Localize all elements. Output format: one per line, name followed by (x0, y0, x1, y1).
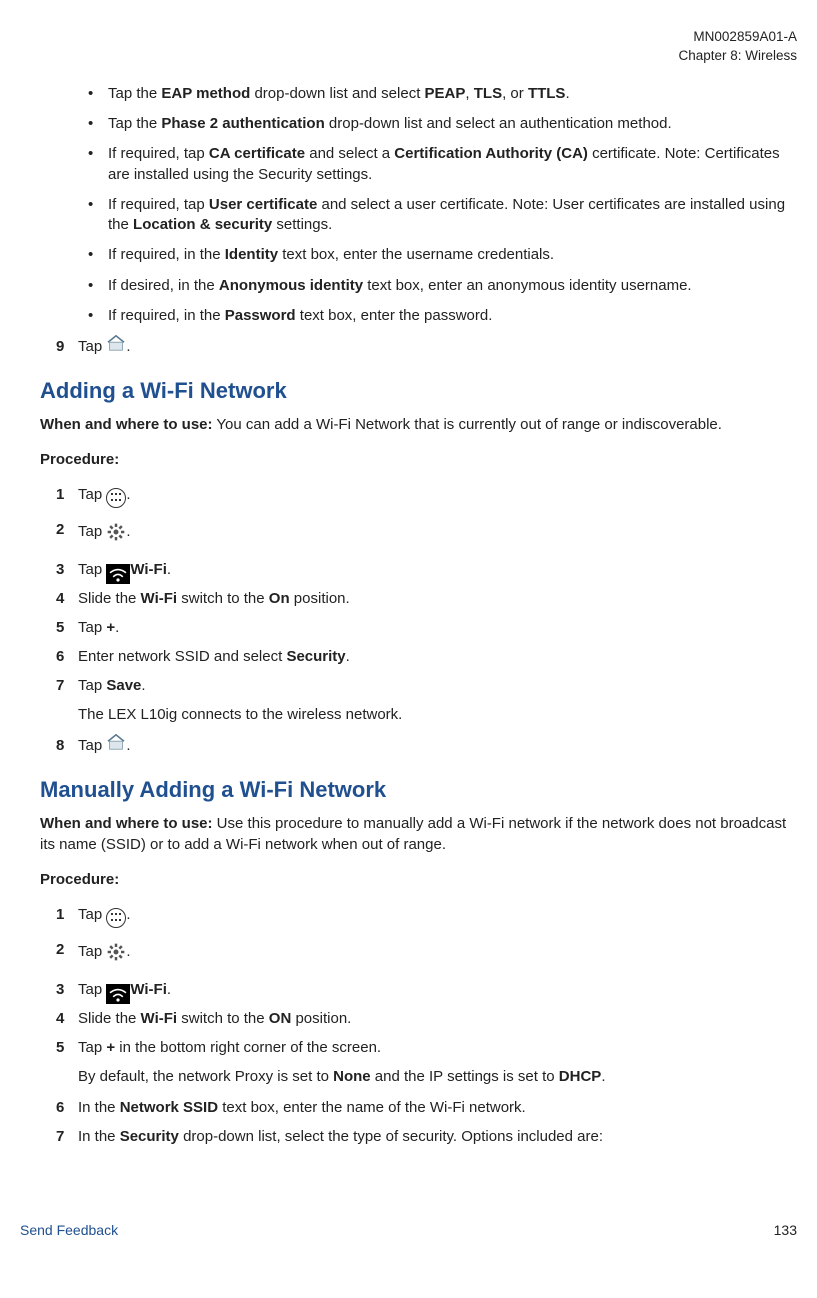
procedure-step: 3Tap Wi-Fi. (56, 559, 797, 580)
step-text: Tap Wi-Fi. (78, 559, 797, 580)
doc-id: MN002859A01-A (20, 28, 797, 47)
step-text: Tap . (78, 336, 797, 358)
bullet-item: •If desired, in the Anonymous identity t… (88, 276, 797, 296)
procedure-label: Procedure: (40, 449, 797, 470)
wifi-icon (106, 984, 130, 1004)
home-icon (106, 336, 126, 358)
page-header: MN002859A01-A Chapter 8: Wireless (20, 28, 797, 66)
procedure-step: 3Tap Wi-Fi. (56, 979, 797, 1000)
settings-icon (106, 519, 126, 545)
send-feedback-link[interactable]: Send Feedback (20, 1222, 118, 1238)
procedure-step: 8Tap . (56, 735, 797, 757)
step-number: 5 (56, 1037, 78, 1058)
step-number: 4 (56, 588, 78, 609)
bullet-item: •Tap the Phase 2 authentication drop-dow… (88, 114, 797, 134)
step-text: Tap Save. (78, 675, 797, 696)
settings-icon (106, 939, 126, 965)
step-text: Tap . (78, 519, 797, 545)
procedure-step: 1Tap . (56, 904, 797, 925)
bullet-list: •Tap the EAP method drop-down list and s… (20, 84, 797, 326)
step-text: Tap . (78, 484, 797, 505)
step-sub-text: The LEX L10ig connects to the wireless n… (78, 704, 797, 725)
step-text: Slide the Wi-Fi switch to the On positio… (78, 588, 797, 609)
step-number: 1 (56, 904, 78, 925)
step-number: 7 (56, 1126, 78, 1147)
procedure-label: Procedure: (40, 869, 797, 890)
procedure-step: 5Tap +. (56, 617, 797, 638)
bullet-item: •If required, in the Password text box, … (88, 306, 797, 326)
step-number: 8 (56, 735, 78, 756)
procedure-step: 7Tap Save. (56, 675, 797, 696)
step-text: Tap . (78, 904, 797, 925)
bullet-item: •Tap the EAP method drop-down list and s… (88, 84, 797, 104)
bullet-item: •If required, tap User certificate and s… (88, 195, 797, 236)
procedure-step: 1Tap . (56, 484, 797, 505)
step-text: In the Network SSID text box, enter the … (78, 1097, 797, 1118)
step-number: 3 (56, 979, 78, 1000)
step-text: In the Security drop-down list, select t… (78, 1126, 797, 1147)
section-heading: Adding a Wi-Fi Network (40, 378, 797, 404)
step-text: Tap +. (78, 617, 797, 638)
procedure-step: 4Slide the Wi-Fi switch to the On positi… (56, 588, 797, 609)
step-number: 6 (56, 1097, 78, 1118)
step-number: 5 (56, 617, 78, 638)
step-number: 9 (56, 336, 78, 357)
step-text: Tap . (78, 735, 797, 757)
step-number: 6 (56, 646, 78, 667)
step-text: Enter network SSID and select Security. (78, 646, 797, 667)
when-where: When and where to use: You can add a Wi-… (40, 414, 797, 435)
procedure-step: 7In the Security drop-down list, select … (56, 1126, 797, 1147)
step-text: Tap Wi-Fi. (78, 979, 797, 1000)
bullet-item: •If required, tap CA certificate and sel… (88, 144, 797, 185)
procedure-step: 6In the Network SSID text box, enter the… (56, 1097, 797, 1118)
chapter-label: Chapter 8: Wireless (20, 47, 797, 66)
step-number: 2 (56, 519, 78, 540)
procedure-step: 4Slide the Wi-Fi switch to the ON positi… (56, 1008, 797, 1029)
page-number: 133 (774, 1222, 797, 1238)
apps-icon (106, 488, 126, 508)
section-heading: Manually Adding a Wi-Fi Network (40, 777, 797, 803)
step-number: 1 (56, 484, 78, 505)
step-text: Tap . (78, 939, 797, 965)
step-sub-text: By default, the network Proxy is set to … (78, 1066, 797, 1087)
apps-icon (106, 908, 126, 928)
step-number: 4 (56, 1008, 78, 1029)
when-where: When and where to use: Use this procedur… (40, 813, 797, 855)
procedure-step: 2Tap . (56, 939, 797, 965)
step-number: 2 (56, 939, 78, 960)
wifi-icon (106, 564, 130, 584)
step-number: 7 (56, 675, 78, 696)
home-icon (106, 735, 126, 757)
step-number: 3 (56, 559, 78, 580)
step-text: Slide the Wi-Fi switch to the ON positio… (78, 1008, 797, 1029)
bullet-item: •If required, in the Identity text box, … (88, 245, 797, 265)
procedure-step: 5Tap + in the bottom right corner of the… (56, 1037, 797, 1058)
step-text: Tap + in the bottom right corner of the … (78, 1037, 797, 1058)
procedure-step: 6Enter network SSID and select Security. (56, 646, 797, 667)
procedure-step: 2Tap . (56, 519, 797, 545)
